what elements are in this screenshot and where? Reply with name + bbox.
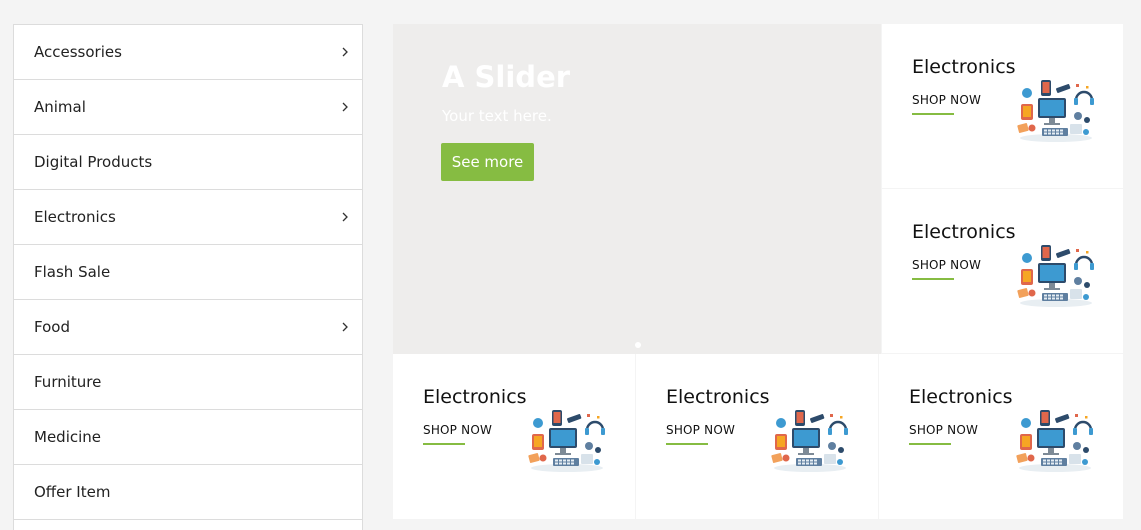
promo-tile-electronics[interactable]: Electronics SHOP NOW — [882, 189, 1123, 353]
promo-tile-electronics[interactable]: Electronics SHOP NOW — [636, 354, 878, 519]
electronics-illustration-icon — [527, 408, 605, 474]
sidebar-item-food[interactable]: Food — [14, 300, 362, 355]
slider-title: A Slider — [442, 60, 571, 94]
chevron-right-icon — [338, 320, 352, 334]
hero-slider[interactable]: A Slider Your text here. See more — [393, 24, 881, 354]
chevron-right-icon — [338, 210, 352, 224]
sidebar-item-label: Electronics — [34, 208, 116, 226]
sidebar-item-label: Furniture — [34, 373, 102, 391]
electronics-illustration-icon — [1016, 78, 1094, 144]
promo-tile-electronics[interactable]: Electronics SHOP NOW — [882, 24, 1123, 188]
promo-title: Electronics — [912, 221, 1016, 243]
shop-now-link[interactable]: SHOP NOW — [912, 258, 981, 272]
slider-pagination-dot[interactable] — [635, 342, 641, 348]
sidebar-item-label: Animal — [34, 98, 86, 116]
sidebar-item-label: Medicine — [34, 428, 102, 446]
electronics-illustration-icon — [1016, 243, 1094, 309]
shop-now-link[interactable]: SHOP NOW — [666, 423, 735, 437]
sidebar-item-accessories[interactable]: Accessories — [14, 25, 362, 80]
shop-now-link[interactable]: SHOP NOW — [909, 423, 978, 437]
promo-title: Electronics — [666, 386, 770, 408]
promo-title: Electronics — [912, 56, 1016, 78]
promo-title: Electronics — [423, 386, 527, 408]
sidebar-item-flash-sale[interactable]: Flash Sale — [14, 245, 362, 300]
shop-now-underline — [912, 278, 954, 280]
sidebar-item-animal[interactable]: Animal — [14, 80, 362, 135]
shop-now-underline — [909, 443, 951, 445]
sidebar-item-offer-item[interactable]: Offer Item — [14, 465, 362, 520]
sidebar-item-label: Food — [34, 318, 70, 336]
sidebar-item-electronics[interactable]: Electronics — [14, 190, 362, 245]
chevron-right-icon — [338, 100, 352, 114]
shop-now-underline — [912, 113, 954, 115]
sidebar-item-label: Accessories — [34, 43, 122, 61]
see-more-button[interactable]: See more — [441, 143, 534, 181]
sidebar-item-label: Offer Item — [34, 483, 111, 501]
shop-now-link[interactable]: SHOP NOW — [423, 423, 492, 437]
sidebar-item-furniture[interactable]: Furniture — [14, 355, 362, 410]
shop-now-underline — [666, 443, 708, 445]
electronics-illustration-icon — [1015, 408, 1093, 474]
shop-now-underline — [423, 443, 465, 445]
category-sidebar: Accessories Animal Digital Products Elec… — [13, 24, 363, 530]
promo-tile-electronics[interactable]: Electronics SHOP NOW — [879, 354, 1123, 519]
sidebar-item-label: Flash Sale — [34, 263, 111, 281]
sidebar-item-digital-products[interactable]: Digital Products — [14, 135, 362, 190]
promo-title: Electronics — [909, 386, 1013, 408]
promo-tile-electronics[interactable]: Electronics SHOP NOW — [393, 354, 635, 519]
sidebar-item-medicine[interactable]: Medicine — [14, 410, 362, 465]
electronics-illustration-icon — [770, 408, 848, 474]
sidebar-item-label: Digital Products — [34, 153, 153, 171]
slider-subtitle: Your text here. — [442, 107, 552, 125]
chevron-right-icon — [338, 45, 352, 59]
shop-now-link[interactable]: SHOP NOW — [912, 93, 981, 107]
